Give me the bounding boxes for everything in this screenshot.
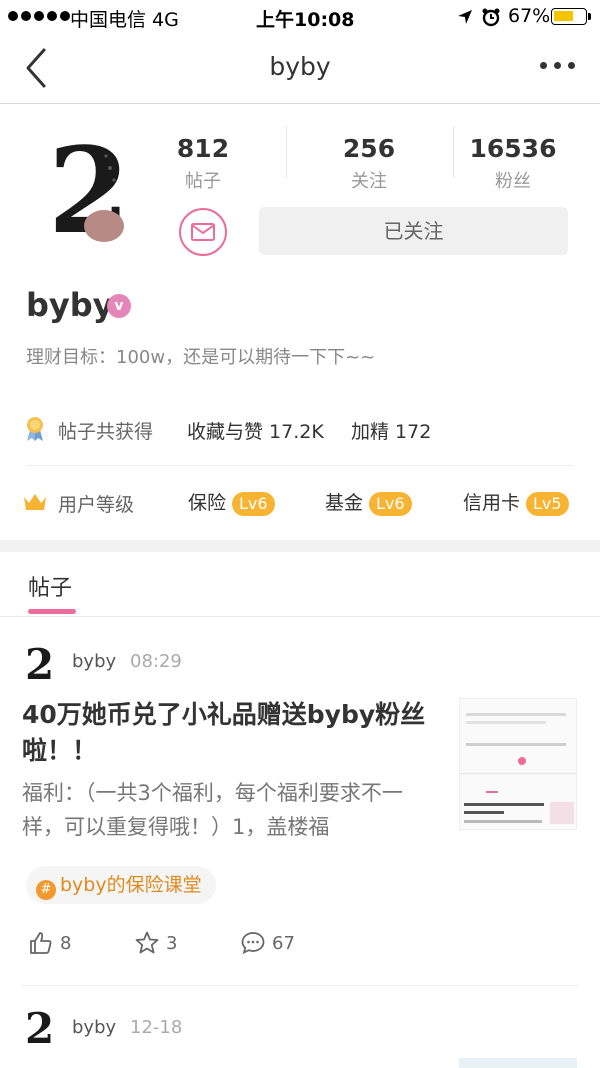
stat-followers-label: 粉丝 <box>495 171 531 192</box>
avatar[interactable]: 2 <box>44 128 130 250</box>
post-excerpt[interactable]: 福利：（一共3个福利，每个福利要求不一样，可以重复得哦！）1，盖楼福 <box>22 776 432 844</box>
achievement-label: 帖子共获得 <box>58 421 154 443</box>
star-button[interactable]: 3 <box>134 930 177 956</box>
level-insurance-name: 保险 <box>188 492 227 514</box>
star-count: 3 <box>166 932 178 954</box>
carrier-label: 中国电信 4G <box>70 9 179 31</box>
status-time: 上午10:08 <box>256 9 355 31</box>
svg-text:2: 2 <box>25 641 54 685</box>
level-credit-card[interactable]: 信用卡 Lv5 <box>463 488 569 516</box>
level-insurance[interactable]: 保险 Lv6 <box>188 488 275 516</box>
post-author-avatar[interactable]: 2 <box>24 641 54 685</box>
divider <box>0 616 600 617</box>
nav-bar: byby <box>0 34 600 104</box>
level-insurance-badge: Lv6 <box>232 491 275 516</box>
divider <box>26 465 574 466</box>
section-gap <box>0 540 600 552</box>
level-credit-card-badge: Lv5 <box>526 491 569 516</box>
battery-icon <box>551 8 591 25</box>
post-author-name[interactable]: byby <box>72 651 116 672</box>
comment-button[interactable]: 67 <box>240 930 295 956</box>
tab-indicator <box>28 609 76 614</box>
featured-count: 加精 172 <box>351 421 432 443</box>
medal-icon <box>27 417 43 441</box>
stat-posts-label: 帖子 <box>185 171 221 192</box>
level-fund-name: 基金 <box>325 492 364 514</box>
signal-icon <box>8 11 70 21</box>
post-title[interactable]: 40万她币兑了小礼品赠送byby粉丝啦！！ <box>22 697 432 769</box>
post-author-avatar[interactable]: 2 <box>24 1005 54 1049</box>
level-fund[interactable]: 基金 Lv6 <box>325 488 412 516</box>
alarm-icon <box>482 8 500 27</box>
thumbs-up-icon <box>30 932 52 954</box>
like-count: 8 <box>60 932 72 954</box>
topic-tag[interactable]: # byby的保险课堂 <box>26 866 216 904</box>
more-icon[interactable] <box>540 62 575 69</box>
tab-posts[interactable]: 帖子 <box>28 570 72 602</box>
hashtag-icon: # <box>36 880 56 900</box>
divider <box>286 126 287 178</box>
post-time: 08:29 <box>130 651 182 672</box>
followed-button[interactable]: 已关注 <box>259 207 568 255</box>
location-icon <box>458 10 472 24</box>
post-time: 12-18 <box>130 1017 183 1038</box>
stat-followers[interactable]: 16536 粉丝 <box>453 134 573 193</box>
star-icon <box>135 931 159 954</box>
favorites-count: 收藏与赞 17.2K <box>187 421 324 443</box>
stat-following-value: 256 <box>342 134 396 163</box>
divider <box>22 985 578 986</box>
stat-posts[interactable]: 812 帖子 <box>143 134 263 193</box>
comment-count: 67 <box>272 932 295 954</box>
profile-bio: 理财目标：100w，还是可以期待一下下~~ <box>26 347 376 368</box>
profile-username: byby <box>26 286 114 324</box>
stat-following[interactable]: 256 关注 <box>309 134 429 193</box>
mail-icon <box>191 223 215 241</box>
post-author-name[interactable]: byby <box>72 1017 116 1038</box>
level-fund-badge: Lv6 <box>369 491 412 516</box>
stat-followers-value: 16536 <box>469 134 557 163</box>
stat-following-label: 关注 <box>351 171 387 192</box>
crown-icon <box>24 494 46 510</box>
verified-badge: v <box>107 294 131 318</box>
post-thumbnail[interactable] <box>459 698 577 830</box>
topic-tag-label: byby的保险课堂 <box>60 874 202 896</box>
svg-text:2: 2 <box>25 1005 54 1049</box>
level-label: 用户等级 <box>58 494 135 516</box>
comment-icon <box>241 932 265 955</box>
like-button[interactable]: 8 <box>28 930 71 956</box>
message-button[interactable] <box>179 208 227 256</box>
battery-percent: 67% <box>508 5 551 27</box>
stat-posts-value: 812 <box>176 134 230 163</box>
status-bar: 中国电信 4G 上午10:08 67% <box>0 0 600 34</box>
level-credit-card-name: 信用卡 <box>463 492 521 514</box>
nav-title: byby <box>269 52 331 81</box>
battery-fill <box>554 11 573 21</box>
